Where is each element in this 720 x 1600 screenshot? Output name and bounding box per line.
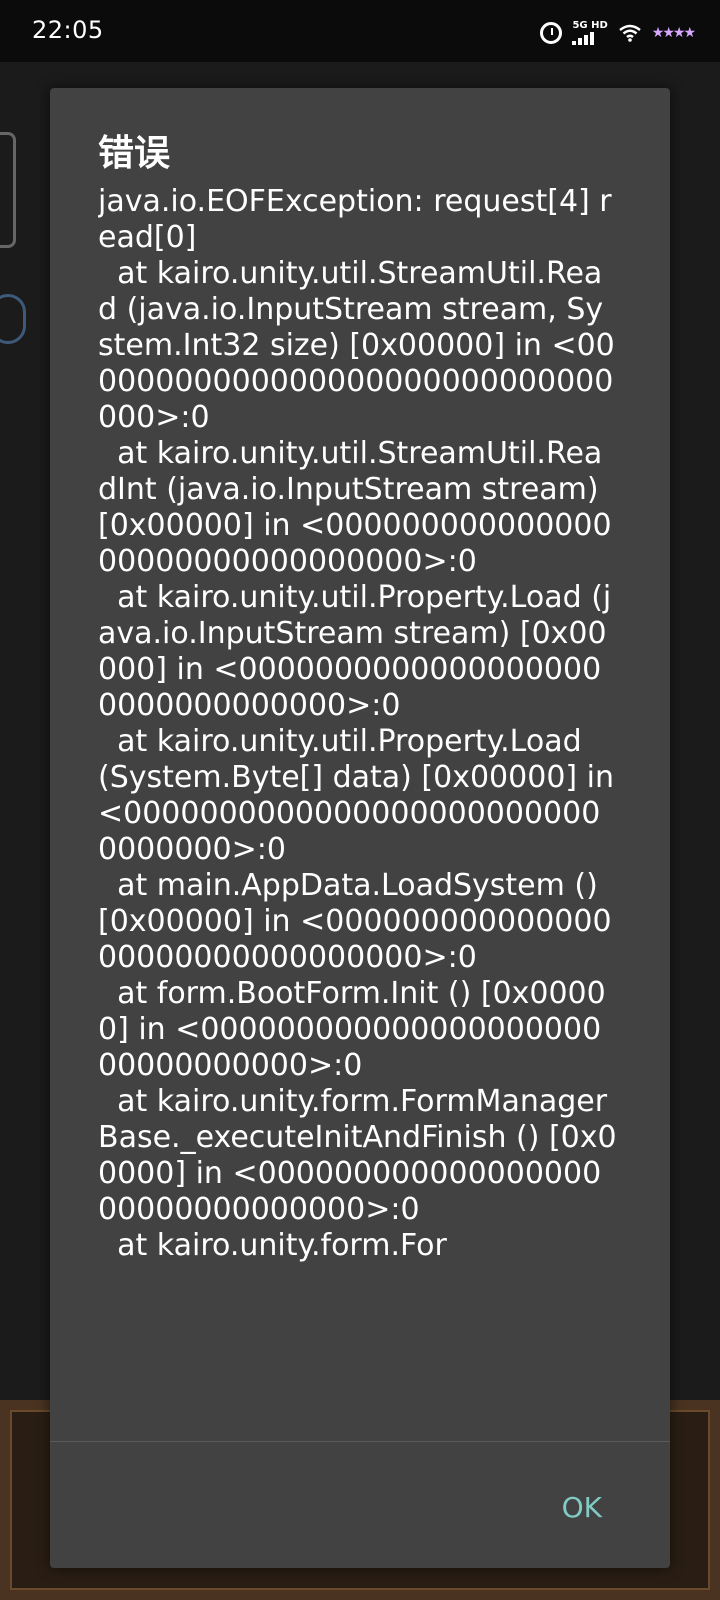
signal-icon: 5G HD bbox=[572, 20, 608, 45]
status-icons: 5G HD ★★★★ bbox=[540, 20, 696, 46]
error-dialog: 错误 java.io.EOFException: request[4] read… bbox=[50, 88, 670, 1568]
dialog-message[interactable]: java.io.EOFException: request[4] read[0]… bbox=[98, 184, 618, 1530]
stars-icon: ★★★★ bbox=[651, 25, 696, 41]
background-frame bbox=[0, 132, 16, 248]
status-time: 22:05 bbox=[32, 16, 104, 44]
network-label: 5G HD bbox=[572, 20, 608, 31]
dialog-title: 错误 bbox=[98, 133, 171, 174]
ok-button[interactable]: OK bbox=[552, 1483, 612, 1532]
status-bar: 22:05 5G HD ★★★★ bbox=[0, 0, 720, 62]
wifi-icon bbox=[619, 24, 641, 42]
alarm-icon bbox=[540, 22, 563, 44]
dialog-divider bbox=[50, 1441, 670, 1442]
background-round-button bbox=[0, 294, 26, 344]
